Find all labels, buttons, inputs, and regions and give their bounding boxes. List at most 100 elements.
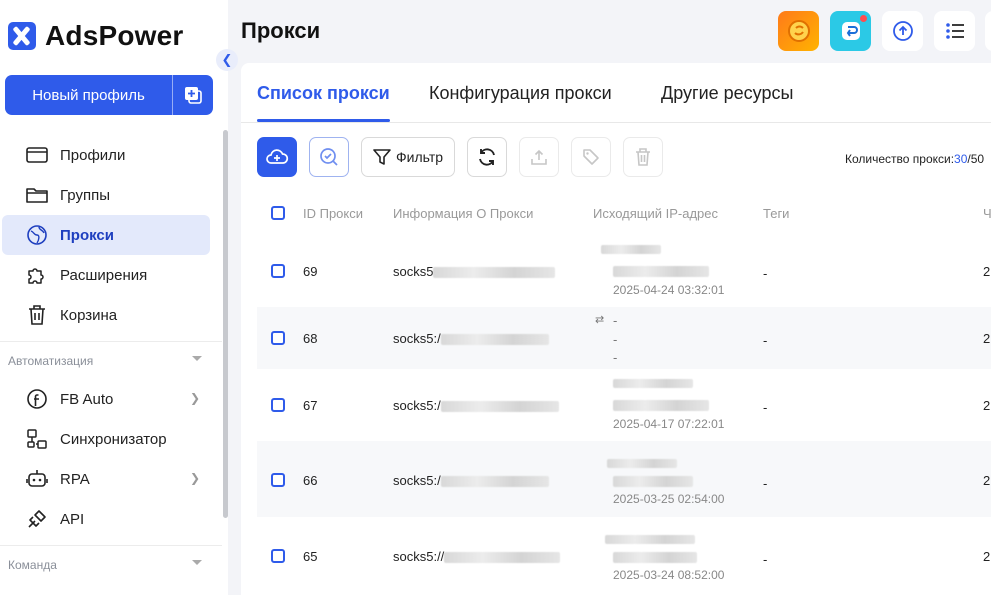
filter-button[interactable]: Фильтр xyxy=(361,137,455,177)
ip-line: - xyxy=(613,332,618,347)
row-checkbox[interactable] xyxy=(271,398,285,412)
swap-arrows-icon: ⇄ xyxy=(595,314,605,326)
list-icon xyxy=(945,23,964,39)
puzzle-icon xyxy=(26,264,48,286)
sync-nodes-icon xyxy=(26,428,48,450)
sidebar-item-profiles[interactable]: Профили xyxy=(2,135,210,175)
redacted-mark xyxy=(613,263,709,278)
header-actions xyxy=(778,11,975,51)
ip-check-time: 2025-03-25 02:54:00 xyxy=(613,492,725,506)
proxy-tags: - xyxy=(763,266,768,281)
ip-check-time: 2025-03-24 08:52:00 xyxy=(613,568,725,582)
column-header-ip[interactable]: Исходящий IP-адрес xyxy=(593,206,718,221)
facebook-icon xyxy=(26,388,48,410)
redacted-mark xyxy=(613,379,693,389)
sidebar-item-label: Расширения xyxy=(60,266,148,284)
redacted-mark xyxy=(601,241,661,256)
sidebar: AdsPower Новый профиль Профили Группы Пр… xyxy=(0,0,228,595)
coin-icon xyxy=(787,20,810,42)
sidebar-item-proxies[interactable]: Прокси xyxy=(2,215,210,255)
sidebar-item-groups[interactable]: Группы xyxy=(2,175,210,215)
row-checkbox[interactable] xyxy=(271,473,285,487)
table-row[interactable]: 66 socks5:/ 2025-03-25 02:54:00 - 2 xyxy=(257,441,991,517)
redacted-mark xyxy=(613,476,693,488)
task-list-button[interactable] xyxy=(934,11,975,51)
sidebar-scrollbar[interactable] xyxy=(223,130,228,518)
add-square-icon xyxy=(185,87,202,104)
sidebar-item-api[interactable]: API xyxy=(2,499,210,539)
upload-button[interactable] xyxy=(882,11,923,51)
table-header: ID Прокси Информация О Прокси Исходящий … xyxy=(257,197,991,227)
proxy-info-text: socks5:/ xyxy=(393,398,441,413)
proxy-info-text: socks5 xyxy=(393,264,434,279)
row-checkbox[interactable] xyxy=(271,264,285,278)
column-header-date[interactable]: Ч xyxy=(983,206,991,221)
proxy-info: socks5:/ xyxy=(393,398,559,413)
redacted-mark xyxy=(433,267,556,279)
refresh-button[interactable] xyxy=(467,137,507,177)
table-row[interactable]: 65 socks5:// 2025-03-24 08:52:00 - 2 xyxy=(257,517,991,593)
ip-line: - xyxy=(613,313,618,328)
delete-button[interactable] xyxy=(623,137,663,177)
add-proxy-button[interactable] xyxy=(257,137,297,177)
redacted-mark xyxy=(607,459,677,469)
coin-reward-button[interactable] xyxy=(778,11,819,51)
globe-pin-icon xyxy=(26,224,48,246)
proxy-id: 65 xyxy=(303,549,318,564)
adspower-logo-icon xyxy=(8,22,36,50)
proxy-tags: - xyxy=(763,552,768,567)
refresh-icon xyxy=(479,148,495,166)
sidebar-item-synchronizer[interactable]: Синхронизатор xyxy=(2,419,210,459)
table-row[interactable]: 69 socks5 2025-04-24 03:32:01 - 2 xyxy=(257,235,991,307)
column-header-id[interactable]: ID Прокси xyxy=(303,206,363,221)
column-header-tags[interactable]: Теги xyxy=(763,206,789,221)
proxy-count-total: /50 xyxy=(967,152,985,166)
sidebar-item-trash[interactable]: Корзина xyxy=(2,295,210,335)
proxy-info-text: socks5:/ xyxy=(393,473,441,488)
proxy-tags: - xyxy=(763,476,768,491)
sidebar-item-rpa[interactable]: RPA ❯ xyxy=(2,459,210,499)
section-team[interactable]: Команда xyxy=(0,545,222,583)
tab-proxy-list[interactable]: Список прокси xyxy=(257,83,390,104)
collapse-sidebar-button[interactable]: ❮ xyxy=(216,49,238,71)
proxy-date: 2 xyxy=(983,549,991,564)
proxy-id: 66 xyxy=(303,473,318,488)
select-all-checkbox[interactable] xyxy=(271,206,285,220)
table-row[interactable]: 67 socks5:/ 2025-04-17 07:22:01 - 2 xyxy=(257,369,991,441)
redacted-mark xyxy=(613,549,697,564)
sidebar-item-fb-auto[interactable]: FB Auto ❯ xyxy=(2,379,210,419)
new-profile-button[interactable]: Новый профиль xyxy=(5,75,172,115)
batch-add-profile-button[interactable] xyxy=(173,75,213,115)
toolbar: Фильтр xyxy=(257,137,675,177)
proxy-info: socks5:// xyxy=(393,549,561,564)
chevron-left-icon: ❮ xyxy=(221,52,233,67)
robot-icon xyxy=(26,468,48,490)
notification-dot xyxy=(860,15,867,22)
header-overflow-button[interactable] xyxy=(985,11,991,51)
plug-icon xyxy=(26,508,48,530)
row-checkbox[interactable] xyxy=(271,331,285,345)
proxy-count-label: Количество прокси: xyxy=(845,152,955,166)
page-title: Прокси xyxy=(241,18,321,43)
row-checkbox[interactable] xyxy=(271,549,285,563)
proxy-info: socks5:/ xyxy=(393,331,549,346)
sidebar-item-extensions[interactable]: Расширения xyxy=(2,255,210,295)
updates-button[interactable] xyxy=(830,11,871,51)
redacted-mark xyxy=(444,552,561,564)
tab-proxy-config[interactable]: Конфигурация прокси xyxy=(429,83,612,104)
redacted-mark xyxy=(605,535,695,545)
table-row[interactable]: 68 socks5:/ ⇄ - - - - 2 xyxy=(257,307,991,369)
folder-icon xyxy=(26,184,48,206)
column-header-info[interactable]: Информация О Прокси xyxy=(393,206,533,221)
edit-tags-button[interactable] xyxy=(571,137,611,177)
check-proxy-button[interactable] xyxy=(309,137,349,177)
proxy-date: 2 xyxy=(983,473,991,488)
sidebar-item-label: Прокси xyxy=(60,226,114,244)
trash-icon xyxy=(636,148,650,166)
export-button[interactable] xyxy=(519,137,559,177)
ip-check-time: 2025-04-24 03:32:01 xyxy=(613,283,725,297)
tab-other-resources[interactable]: Другие ресурсы xyxy=(661,83,793,104)
section-automation[interactable]: Автоматизация xyxy=(0,341,222,379)
sidebar-item-label: Корзина xyxy=(60,306,118,324)
filter-label: Фильтр xyxy=(395,149,444,165)
